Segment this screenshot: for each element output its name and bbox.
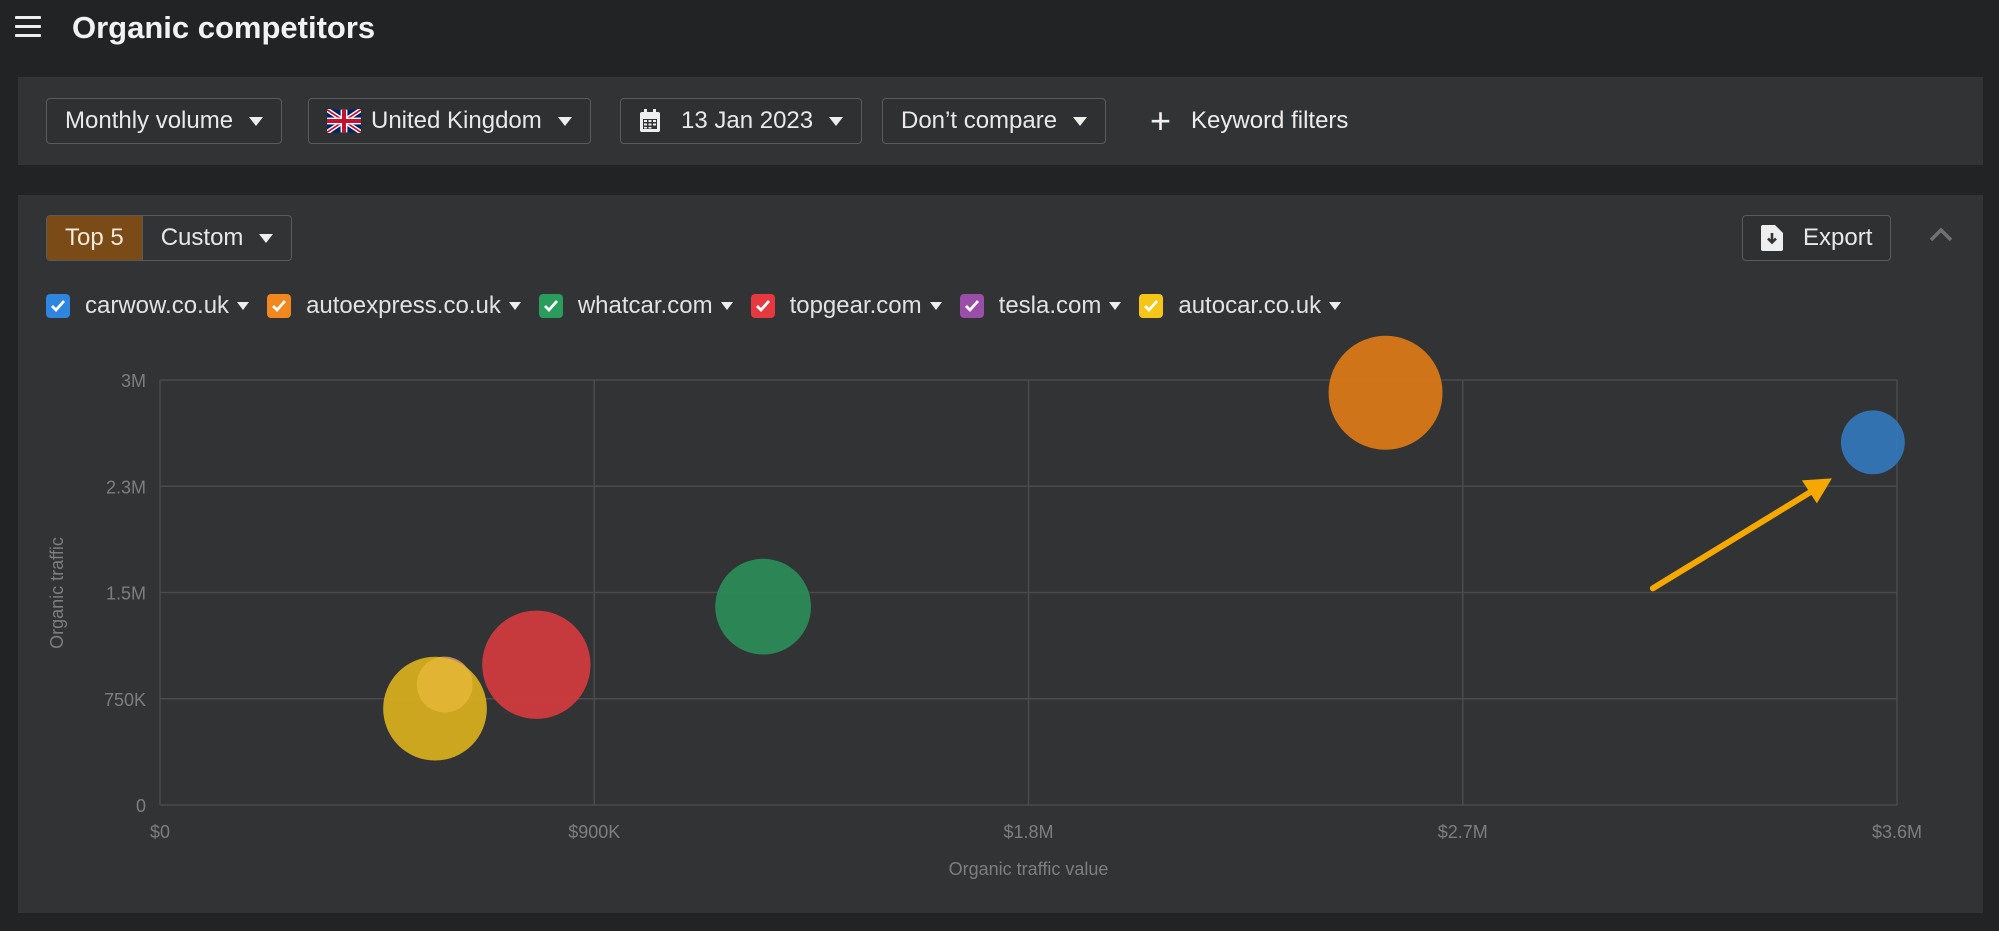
legend-label: autoexpress.co.uk — [306, 292, 501, 319]
caret-down-icon — [259, 233, 274, 243]
caret-down-icon — [249, 116, 264, 126]
chart-legend: carwow.co.uk autoexpress.co.uk whatcar.com… — [46, 291, 1359, 321]
country-dropdown[interactable]: United Kingdom — [308, 98, 591, 144]
caret-down-icon[interactable] — [720, 302, 733, 310]
country-dropdown-label: United Kingdom — [371, 107, 542, 134]
calendar-icon — [640, 109, 660, 132]
compare-dropdown-label: Don’t compare — [901, 107, 1058, 134]
legend-item[interactable]: whatcar.com — [538, 292, 733, 320]
custom-dropdown[interactable]: Custom — [141, 216, 292, 260]
checkbox-checked-icon[interactable] — [538, 294, 563, 318]
hamburger-icon[interactable] — [15, 16, 41, 38]
legend-label: whatcar.com — [577, 292, 713, 319]
caret-down-icon — [557, 116, 572, 126]
legend-label: carwow.co.uk — [85, 292, 230, 319]
plus-icon: + — [1150, 100, 1172, 141]
legend-item[interactable]: autocar.co.uk — [1139, 292, 1342, 320]
volume-dropdown-label: Monthly volume — [65, 107, 234, 134]
volume-dropdown[interactable]: Monthly volume — [46, 98, 283, 144]
chevron-up-icon[interactable] — [1928, 225, 1954, 243]
competitor-mode-toggle: Top 5 Custom — [46, 215, 293, 261]
legend-label: topgear.com — [789, 292, 922, 319]
compare-dropdown[interactable]: Don’t compare — [882, 98, 1107, 144]
legend-label: tesla.com — [998, 292, 1102, 319]
top-bar: Organic competitors — [0, 0, 1999, 60]
top5-button[interactable]: Top 5 — [47, 216, 142, 260]
file-download-icon — [1761, 225, 1783, 251]
caret-down-icon — [1073, 116, 1088, 126]
page-title: Organic competitors — [72, 10, 376, 45]
chart-card: Top 5 Custom Export carwow.co.uk autoexpr… — [18, 195, 1983, 913]
checkbox-checked-icon[interactable] — [750, 294, 775, 318]
export-button[interactable]: Export — [1742, 215, 1892, 261]
export-label: Export — [1803, 224, 1873, 251]
legend-label: autocar.co.uk — [1178, 292, 1322, 319]
keyword-filters-label: Keyword filters — [1191, 107, 1349, 134]
caret-down-icon[interactable] — [237, 302, 250, 310]
keyword-filters-button[interactable]: + Keyword filters — [1150, 98, 1348, 144]
checkbox-checked-icon[interactable] — [46, 294, 70, 318]
filter-bar: Monthly volume United Kingdom 13 Jan 202… — [18, 77, 1983, 165]
caret-down-icon[interactable] — [1329, 302, 1342, 310]
date-dropdown[interactable]: 13 Jan 2023 — [620, 98, 863, 144]
checkbox-checked-icon[interactable] — [267, 294, 292, 318]
caret-down-icon[interactable] — [1109, 302, 1122, 310]
caret-down-icon — [829, 116, 844, 126]
legend-item[interactable]: carwow.co.uk — [46, 292, 250, 320]
caret-down-icon[interactable] — [508, 302, 521, 310]
checkbox-checked-icon[interactable] — [1139, 294, 1164, 318]
checkbox-checked-icon[interactable] — [959, 294, 984, 318]
legend-item[interactable]: topgear.com — [750, 292, 942, 320]
date-dropdown-label: 13 Jan 2023 — [681, 107, 814, 134]
custom-dropdown-label: Custom — [160, 224, 244, 251]
uk-flag-icon — [327, 109, 361, 133]
legend-item[interactable]: autoexpress.co.uk — [267, 292, 521, 320]
caret-down-icon[interactable] — [929, 302, 942, 310]
legend-item[interactable]: tesla.com — [959, 292, 1122, 320]
